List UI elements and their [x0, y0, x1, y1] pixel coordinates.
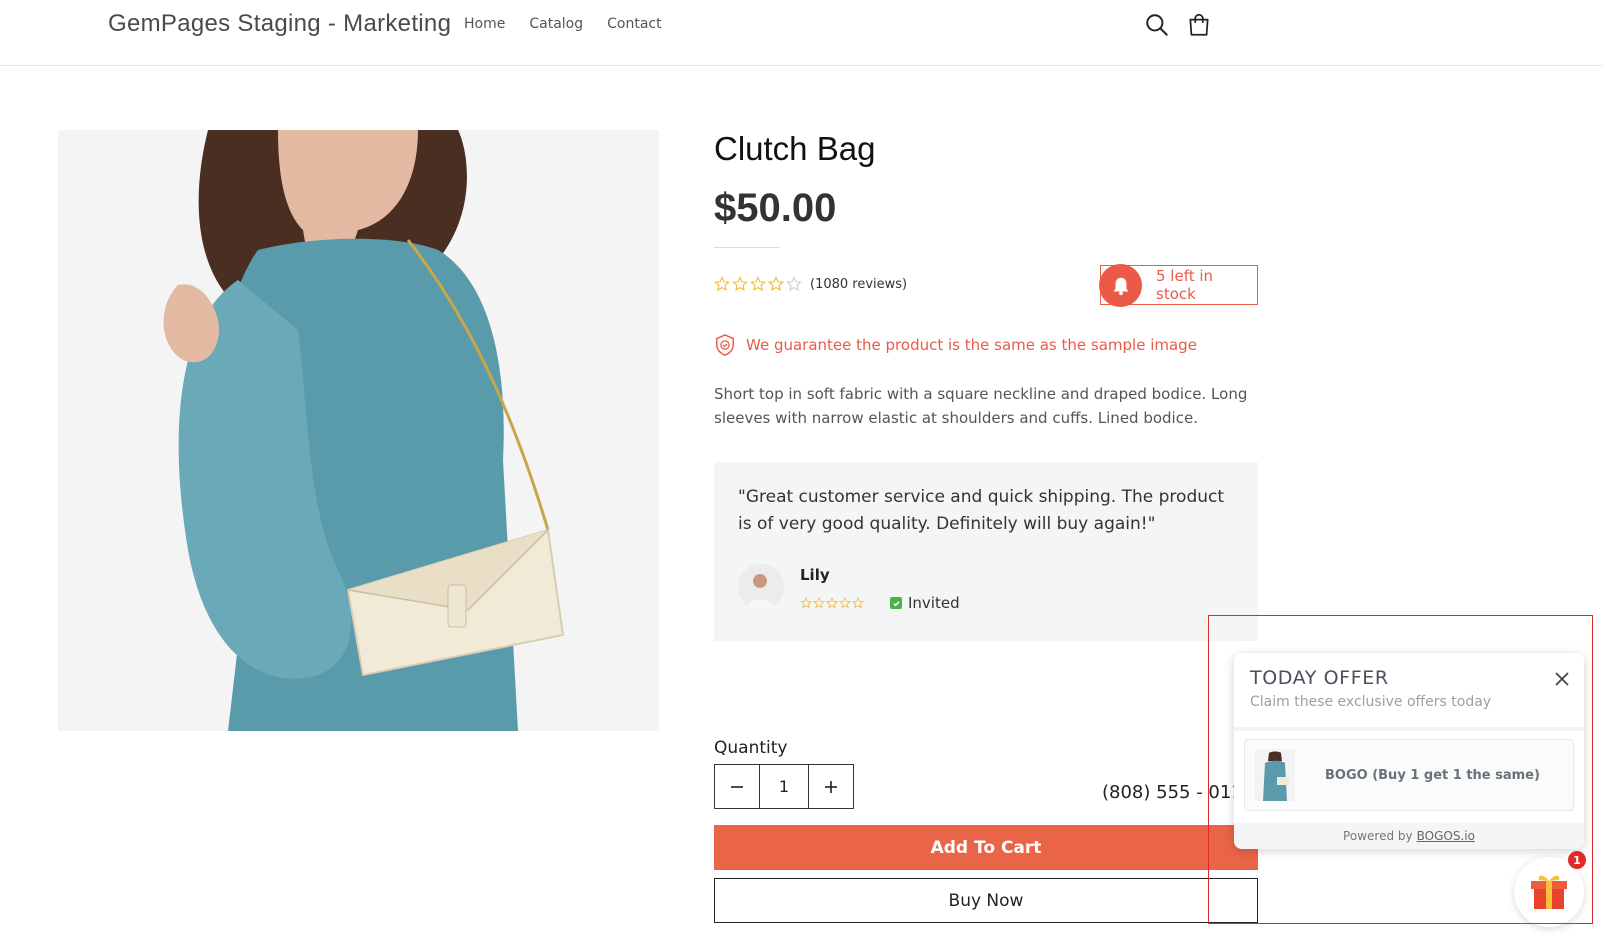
star-icon [768, 276, 784, 292]
check-icon [890, 597, 902, 609]
notification-badge: 1 [1568, 851, 1586, 869]
nav-catalog[interactable]: Catalog [529, 16, 583, 32]
star-icon [800, 597, 812, 609]
product-description: Short top in soft fabric with a square n… [714, 385, 1248, 427]
offer-item-label: BOGO (Buy 1 get 1 the same) [1325, 767, 1540, 783]
reviewer-name: Lily [800, 566, 830, 584]
main-nav: Home Catalog Contact [464, 16, 662, 32]
offer-popup: TODAY OFFER Claim these exclusive offers… [1234, 653, 1584, 849]
divider [1234, 727, 1584, 731]
minus-icon [731, 785, 744, 788]
site-header: GemPages Staging - Marketing Home Catalo… [0, 0, 1603, 66]
product-page: GemPages Staging - Marketing Home Catalo… [0, 0, 1603, 937]
star-icon [852, 597, 864, 609]
nav-home[interactable]: Home [464, 16, 505, 32]
invited-badge: Invited [890, 594, 960, 612]
review-count[interactable]: (1080 reviews) [810, 277, 907, 292]
buy-now-button[interactable]: Buy Now [714, 878, 1258, 923]
plus-icon [824, 780, 837, 793]
bell-icon [1099, 264, 1142, 307]
rating-stars [714, 276, 802, 292]
reviewer-stars [800, 597, 864, 609]
testimonial-quote: "Great customer service and quick shippi… [738, 487, 1225, 534]
close-icon[interactable] [1552, 669, 1572, 689]
stock-badge: 5 left in stock [1099, 264, 1258, 307]
star-icon [826, 597, 838, 609]
model-photo [58, 130, 659, 731]
search-icon[interactable] [1144, 12, 1170, 38]
testimonial-card: "Great customer service and quick shippi… [714, 462, 1258, 641]
offer-item[interactable]: BOGO (Buy 1 get 1 the same) [1244, 739, 1574, 811]
add-to-cart-button[interactable]: Add To Cart [714, 825, 1258, 870]
phone-number: (808) 555 - 0111 [1102, 782, 1234, 803]
quantity-label: Quantity [714, 738, 788, 758]
guarantee-text: We guarantee the product is the same as … [746, 336, 1197, 354]
powered-by-text: Powered by [1343, 829, 1413, 843]
phone-contact[interactable]: (808) 555 - 0111 [1094, 782, 1234, 803]
star-icon [732, 276, 748, 292]
stock-text: 5 left in stock [1156, 267, 1214, 303]
quantity-input[interactable]: 1 [759, 765, 809, 808]
quantity-stepper: 1 [714, 764, 854, 809]
guarantee-note: We guarantee the product is the same as … [714, 333, 1197, 357]
shield-icon [716, 334, 734, 356]
cart-icon[interactable] [1186, 12, 1212, 38]
product-rating[interactable]: (1080 reviews) [714, 276, 907, 292]
increase-quantity-button[interactable] [809, 765, 853, 808]
divider [714, 247, 780, 248]
star-icon [839, 597, 851, 609]
star-icon [786, 276, 802, 292]
product-price: $50.00 [714, 186, 837, 230]
star-icon [714, 276, 730, 292]
star-icon [813, 597, 825, 609]
store-brand[interactable]: GemPages Staging - Marketing [108, 10, 451, 38]
nav-contact[interactable]: Contact [607, 16, 661, 32]
offer-subtitle: Claim these exclusive offers today [1250, 694, 1492, 710]
bogos-link[interactable]: BOGOS.io [1417, 829, 1475, 843]
decrease-quantity-button[interactable] [715, 765, 759, 808]
gift-icon [1531, 875, 1567, 909]
avatar [738, 564, 784, 610]
offer-footer: Powered by BOGOS.io [1234, 823, 1584, 849]
star-icon [750, 276, 766, 292]
offer-title: TODAY OFFER [1250, 667, 1389, 689]
invited-label: Invited [908, 594, 960, 612]
product-image[interactable] [58, 130, 659, 731]
product-title: Clutch Bag [714, 130, 876, 167]
offer-thumbnail [1255, 749, 1295, 801]
